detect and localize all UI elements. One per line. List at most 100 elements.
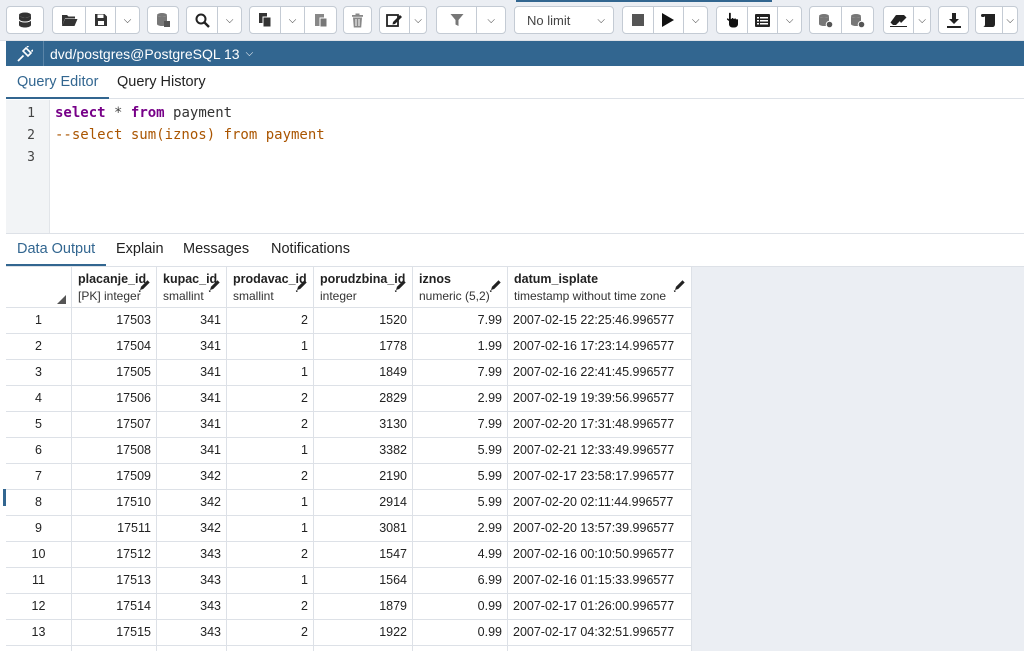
table-cell[interactable]: 17507	[72, 412, 157, 438]
table-cell[interactable]: 2007-02-15 22:25:46.996577	[508, 308, 692, 334]
open-file-button[interactable]	[53, 7, 85, 33]
row-number[interactable]: 2	[6, 334, 72, 360]
table-cell[interactable]: 342	[157, 490, 227, 516]
table-cell[interactable]: 1520	[314, 308, 413, 334]
table-cell[interactable]: 343	[157, 620, 227, 646]
pencil-icon[interactable]	[489, 279, 502, 295]
table-cell[interactable]: 2	[227, 620, 314, 646]
execute-button[interactable]	[652, 7, 684, 33]
row-number[interactable]: 7	[6, 464, 72, 490]
filter-dropdown-button[interactable]: ⌵	[476, 7, 505, 33]
table-cell[interactable]: 341	[157, 438, 227, 464]
table-cell[interactable]: 341	[157, 412, 227, 438]
server-button[interactable]	[6, 6, 44, 34]
table-row[interactable]: 3 17505 341 1 1849 7.99 2007-02-16 22:41:45.99…	[6, 360, 692, 386]
tab-query-history[interactable]: Query History	[106, 66, 217, 99]
row-number[interactable]: 5	[6, 412, 72, 438]
table-cell[interactable]: 2007-02-17 04:32:51.996577	[508, 620, 692, 646]
table-row[interactable]: 5 17507 341 2 3130 7.99 2007-02-20 17:31:48.99…	[6, 412, 692, 438]
table-cell[interactable]: 4.99	[413, 542, 508, 568]
table-cell[interactable]: 343	[157, 594, 227, 620]
table-cell[interactable]: 17505	[72, 360, 157, 386]
table-cell[interactable]: 1778	[314, 334, 413, 360]
table-cell[interactable]: 2007-02-16 01:15:33.996577	[508, 568, 692, 594]
table-cell[interactable]: 7.99	[413, 360, 508, 386]
table-cell[interactable]: 2007-02-17 01:26:00.996577	[508, 594, 692, 620]
table-cell[interactable]: 17514	[72, 594, 157, 620]
pencil-icon[interactable]	[295, 279, 308, 295]
table-cell[interactable]: 17510	[72, 490, 157, 516]
table-cell[interactable]: 1879	[314, 594, 413, 620]
save-data-button[interactable]	[147, 6, 179, 34]
table-cell[interactable]: 2	[227, 412, 314, 438]
table-cell[interactable]: 1	[227, 490, 314, 516]
table-row[interactable]: 4 17506 341 2 2829 2.99 2007-02-19 19:39:56.99…	[6, 386, 692, 412]
row-limit-select[interactable]: No limit ⌵	[514, 6, 614, 34]
tab-messages[interactable]: Messages	[172, 234, 260, 266]
table-row[interactable]: 10 17512 343 2 1547 4.99 2007-02-16 00:10:50.9…	[6, 542, 692, 568]
table-cell[interactable]: 1547	[314, 542, 413, 568]
row-number[interactable]: 11	[6, 568, 72, 594]
table-cell[interactable]: 2	[227, 386, 314, 412]
column-header-porudzbina-id[interactable]: porudzbina_id integer	[314, 267, 413, 308]
table-cell[interactable]	[413, 646, 508, 651]
table-row[interactable]: 14	[6, 646, 692, 651]
table-cell[interactable]	[157, 646, 227, 651]
table-cell[interactable]: 2007-02-21 12:33:49.996577	[508, 438, 692, 464]
row-number[interactable]: 6	[6, 438, 72, 464]
table-row[interactable]: 7 17509 342 2 2190 5.99 2007-02-17 23:58:17.99…	[6, 464, 692, 490]
paste-button[interactable]	[304, 7, 336, 33]
explain-button[interactable]	[717, 7, 747, 33]
row-number[interactable]: 4	[6, 386, 72, 412]
table-cell[interactable]: 342	[157, 464, 227, 490]
sql-editor[interactable]: 1 2 3 select * from payment --select sum…	[6, 100, 1024, 234]
table-cell[interactable]	[314, 646, 413, 651]
table-row[interactable]: 9 17511 342 1 3081 2.99 2007-02-20 13:57:39.99…	[6, 516, 692, 542]
table-cell[interactable]: 343	[157, 568, 227, 594]
table-cell[interactable]	[508, 646, 692, 651]
table-cell[interactable]: 7.99	[413, 412, 508, 438]
table-cell[interactable]: 17509	[72, 464, 157, 490]
table-cell[interactable]: 341	[157, 360, 227, 386]
table-cell[interactable]: 5.99	[413, 490, 508, 516]
macros-button[interactable]	[976, 7, 1002, 33]
save-dropdown-button[interactable]: ⌵	[115, 7, 139, 33]
table-cell[interactable]	[227, 646, 314, 651]
table-cell[interactable]: 3081	[314, 516, 413, 542]
row-number[interactable]: 3	[6, 360, 72, 386]
execute-dropdown-button[interactable]: ⌵	[683, 7, 707, 33]
column-header-placanje-id[interactable]: placanje_id [PK] integer	[72, 267, 157, 308]
table-cell[interactable]: 0.99	[413, 594, 508, 620]
delete-button[interactable]	[343, 6, 372, 34]
pencil-icon[interactable]	[394, 279, 407, 295]
table-cell[interactable]: 2007-02-20 13:57:39.996577	[508, 516, 692, 542]
tab-query-editor[interactable]: Query Editor	[6, 66, 110, 99]
row-number[interactable]: 1	[6, 308, 72, 334]
explain-analyze-button[interactable]	[746, 7, 778, 33]
table-cell[interactable]: 2007-02-16 17:23:14.996577	[508, 334, 692, 360]
table-cell[interactable]: 5.99	[413, 464, 508, 490]
connection-bar[interactable]: dvd/postgres@PostgreSQL 13 ⌵	[6, 41, 1024, 66]
edit-dropdown-button[interactable]: ⌵	[409, 7, 426, 33]
table-cell[interactable]: 1	[227, 360, 314, 386]
column-header-kupac-id[interactable]: kupac_id smallint	[157, 267, 227, 308]
table-row[interactable]: 2 17504 341 1 1778 1.99 2007-02-16 17:23:14.99…	[6, 334, 692, 360]
column-header-prodavac-id[interactable]: prodavac_id smallint	[227, 267, 314, 308]
table-cell[interactable]: 2007-02-16 22:41:45.996577	[508, 360, 692, 386]
rollback-button[interactable]	[841, 7, 873, 33]
table-cell[interactable]: 2007-02-20 02:11:44.996577	[508, 490, 692, 516]
explain-dropdown-button[interactable]: ⌵	[777, 7, 801, 33]
table-cell[interactable]: 17515	[72, 620, 157, 646]
grid-corner-cell[interactable]	[6, 267, 72, 308]
table-cell[interactable]: 2	[227, 464, 314, 490]
row-number[interactable]: 14	[6, 646, 72, 651]
table-cell[interactable]: 1564	[314, 568, 413, 594]
stop-button[interactable]	[623, 7, 653, 33]
table-cell[interactable]: 2	[227, 594, 314, 620]
table-cell[interactable]: 7.99	[413, 308, 508, 334]
table-cell[interactable]: 3130	[314, 412, 413, 438]
table-cell[interactable]: 341	[157, 386, 227, 412]
find-button[interactable]	[187, 7, 217, 33]
table-cell[interactable]	[72, 646, 157, 651]
tab-notifications[interactable]: Notifications	[260, 234, 361, 266]
